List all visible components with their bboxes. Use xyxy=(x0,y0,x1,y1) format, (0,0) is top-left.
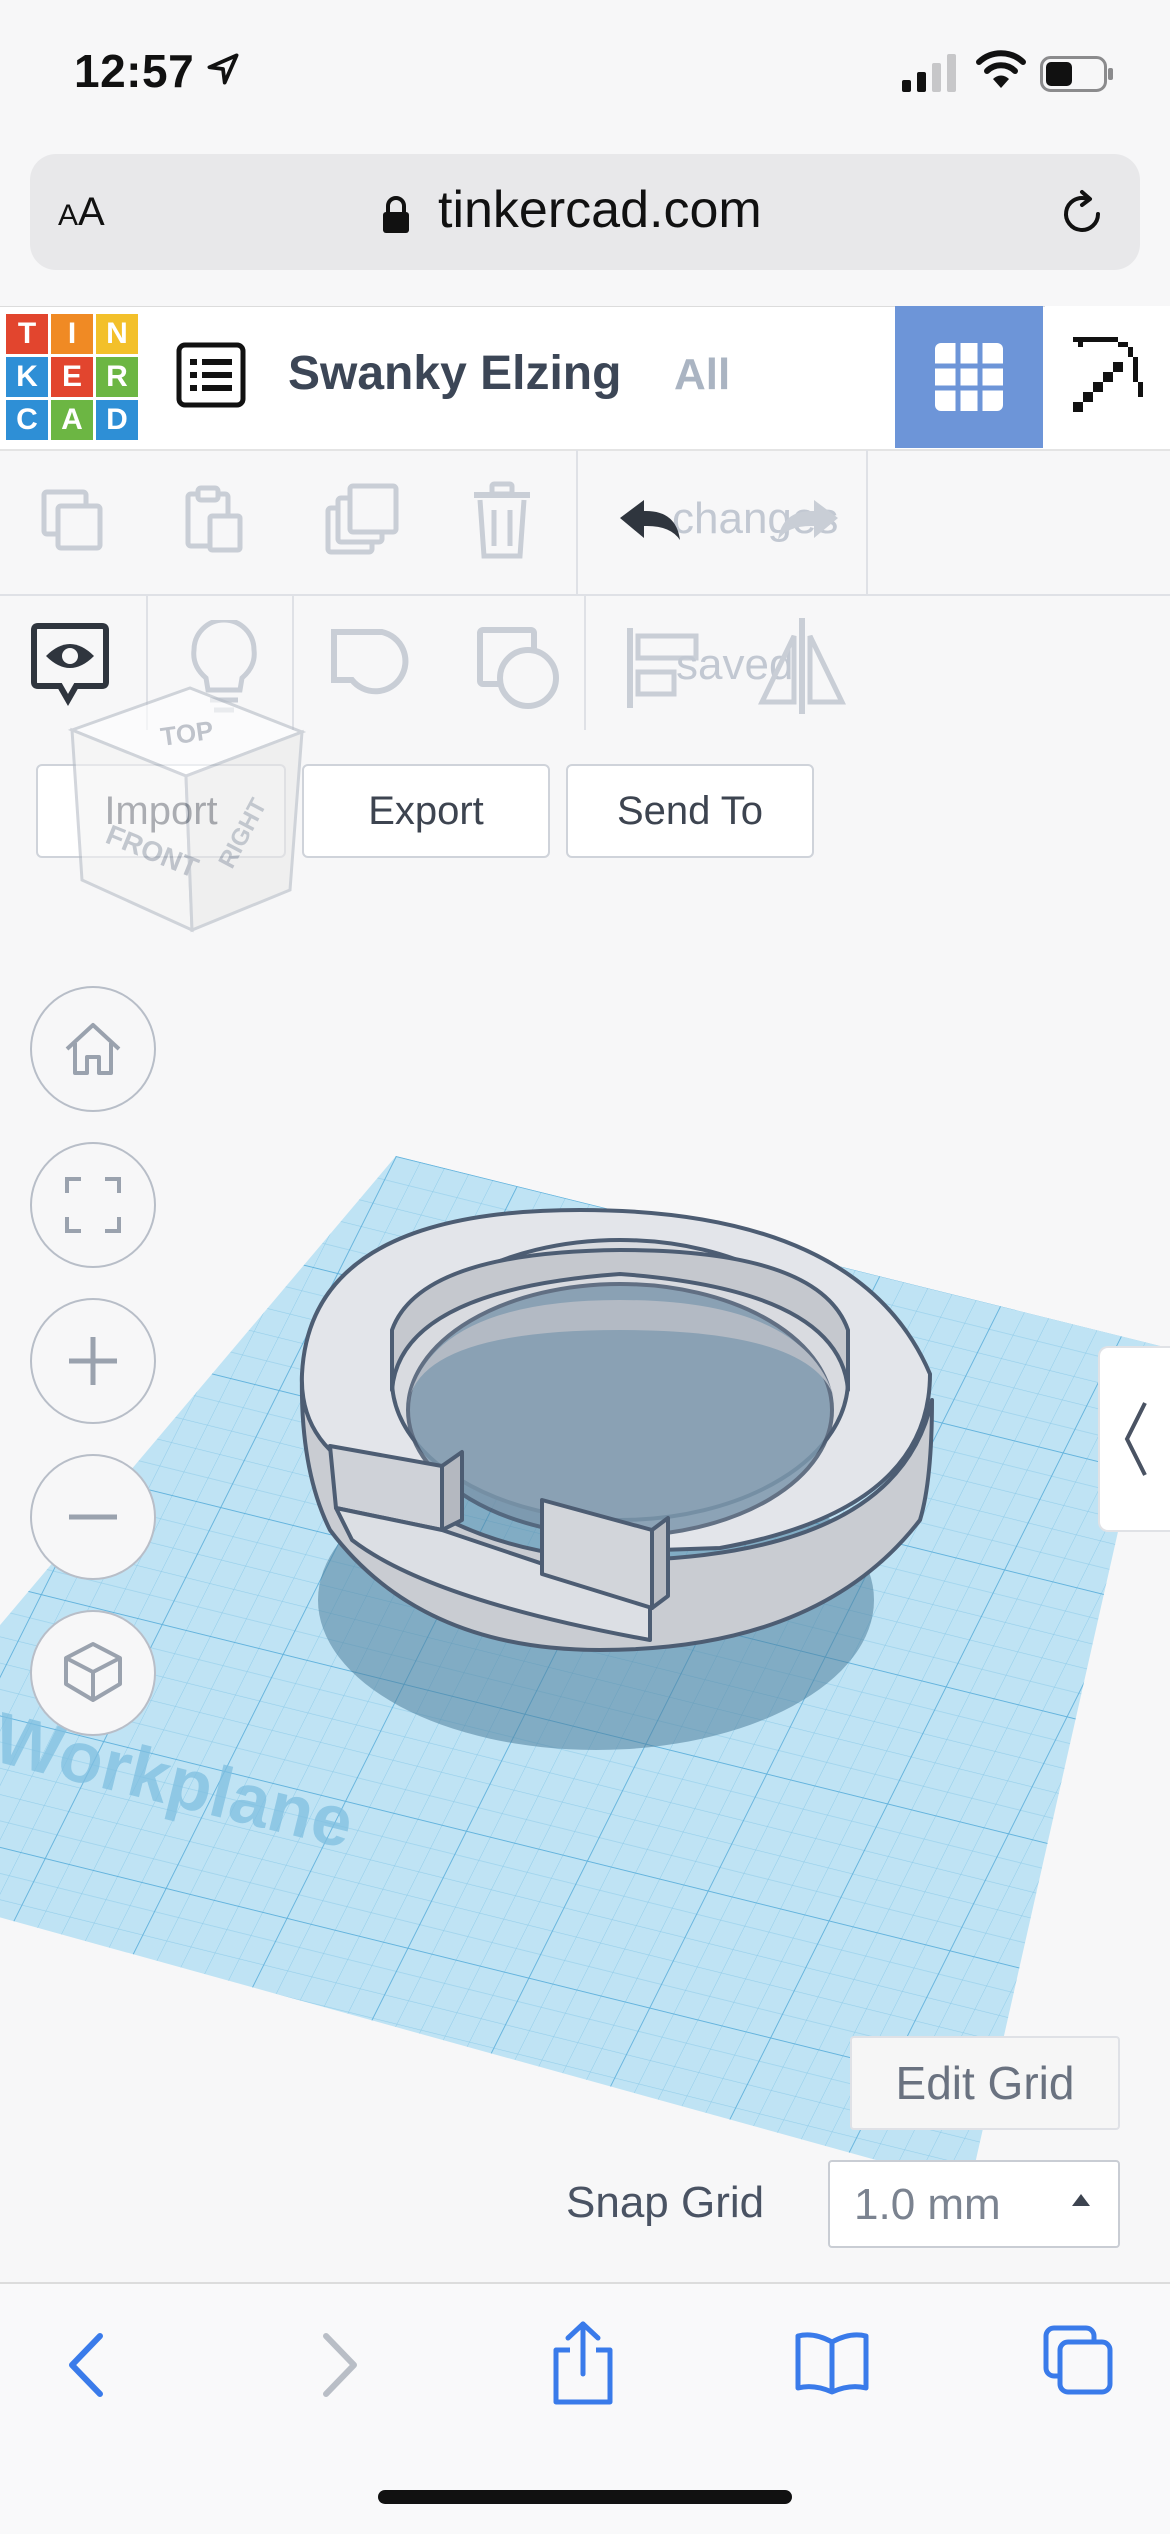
trash-icon xyxy=(474,481,530,559)
forward-icon[interactable] xyxy=(314,2330,364,2400)
location-arrow-icon xyxy=(207,53,239,85)
toolbar-divider xyxy=(576,450,578,596)
design-title[interactable]: Swanky Elzing xyxy=(288,346,621,401)
duplicate-button[interactable] xyxy=(312,470,412,570)
tinkercad-logo[interactable]: T I N K E R C A D xyxy=(6,314,138,440)
home-icon xyxy=(65,1023,121,1075)
redo-icon[interactable] xyxy=(770,494,842,550)
design-list-icon[interactable] xyxy=(176,342,246,408)
grid-icon xyxy=(935,343,1003,411)
edit-grid-button[interactable]: Edit Grid xyxy=(850,2036,1120,2130)
pickaxe-icon xyxy=(1072,337,1143,412)
home-indicator xyxy=(378,2490,792,2504)
plus-icon xyxy=(69,1337,117,1385)
back-icon[interactable] xyxy=(62,2330,112,2400)
toolbar-divider xyxy=(866,450,868,596)
duplicate-icon xyxy=(325,483,399,555)
status-time: 12:57 xyxy=(74,45,195,97)
all-designs-link[interactable]: All xyxy=(674,350,730,400)
logo-letter: D xyxy=(96,400,138,440)
3d-design-view-button[interactable] xyxy=(895,306,1043,448)
export-button[interactable]: Export xyxy=(302,764,550,858)
logo-letter: R xyxy=(96,357,138,397)
caret-up-icon xyxy=(1072,2194,1090,2206)
zoom-out-button[interactable] xyxy=(30,1454,156,1580)
minus-icon xyxy=(69,1514,117,1520)
logo-letter: I xyxy=(51,314,93,354)
share-icon[interactable] xyxy=(548,2318,618,2408)
snap-grid-value: 1.0 mm xyxy=(854,2180,1001,2229)
minecraft-view-button[interactable] xyxy=(1045,306,1170,448)
send-to-button[interactable]: Send To xyxy=(566,764,814,858)
chevron-left-icon xyxy=(1124,1402,1147,1476)
logo-letter: N xyxy=(96,314,138,354)
mirror-icon xyxy=(758,618,846,714)
paste-button[interactable] xyxy=(164,470,264,570)
copy-button[interactable] xyxy=(22,470,122,570)
group-button[interactable] xyxy=(326,622,416,712)
logo-letter: K xyxy=(6,357,48,397)
logo-letter: A xyxy=(51,400,93,440)
bookmarks-icon[interactable] xyxy=(794,2330,870,2396)
reload-icon[interactable] xyxy=(1056,188,1108,240)
shape-panel-toggle[interactable] xyxy=(1098,1346,1170,1532)
perspective-cube-icon xyxy=(64,1642,122,1702)
tabs-icon[interactable] xyxy=(1040,2322,1116,2398)
copy-icon xyxy=(41,489,103,551)
logo-letter: C xyxy=(6,400,48,440)
ungroup-button[interactable] xyxy=(474,622,564,712)
orthographic-view-button[interactable] xyxy=(30,1610,156,1736)
ring-shape[interactable] xyxy=(299,1208,934,1652)
ungroup-icon xyxy=(477,627,559,709)
battery-icon xyxy=(1040,56,1113,92)
lock-icon xyxy=(383,196,409,233)
fit-view-icon xyxy=(65,1177,121,1233)
logo-letter: E xyxy=(51,357,93,397)
wifi-icon xyxy=(976,50,1026,88)
logo-letter: T xyxy=(6,314,48,354)
fit-view-button[interactable] xyxy=(30,1142,156,1268)
home-view-button[interactable] xyxy=(30,986,156,1112)
zoom-in-button[interactable] xyxy=(30,1298,156,1424)
text-size-button[interactable]: AA xyxy=(58,190,105,235)
snap-grid-label: Snap Grid xyxy=(566,2178,765,2227)
toolbar-divider xyxy=(584,596,586,730)
delete-button[interactable] xyxy=(452,470,552,570)
undo-icon[interactable] xyxy=(616,494,688,550)
paste-icon xyxy=(185,485,243,553)
view-cube[interactable]: TOP FRONT RIGHT xyxy=(62,660,312,940)
mirror-button[interactable] xyxy=(750,616,854,716)
cellular-signal-icon xyxy=(902,54,956,92)
group-icon xyxy=(331,629,409,695)
url-text: tinkercad.com xyxy=(438,181,762,239)
